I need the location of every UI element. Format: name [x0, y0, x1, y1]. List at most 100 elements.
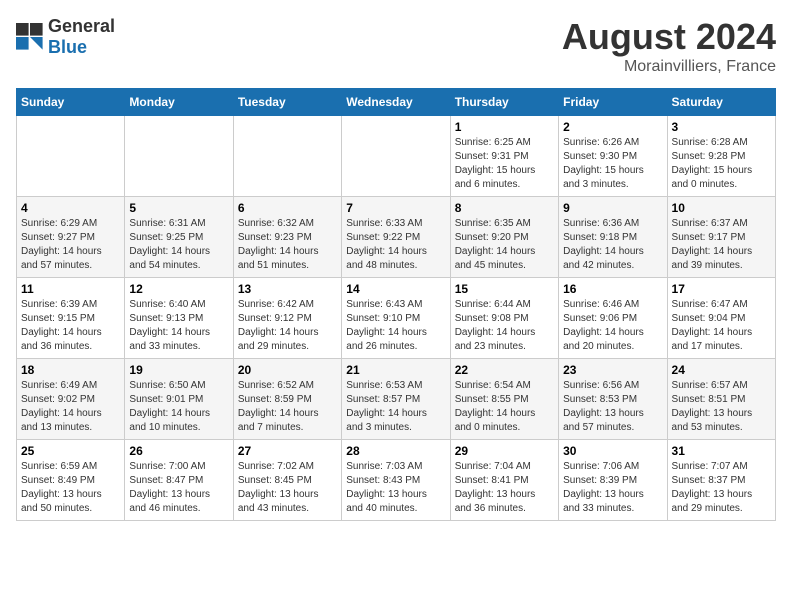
calendar-cell: 28Sunrise: 7:03 AM Sunset: 8:43 PM Dayli…: [342, 440, 450, 521]
day-header-sunday: Sunday: [17, 89, 125, 116]
page-header: General Blue August 2024 Morainvilliers,…: [16, 16, 776, 76]
day-number: 10: [672, 201, 771, 215]
day-number: 26: [129, 444, 228, 458]
calendar-cell: 18 Sunrise: 6:49 AM Sunset: 9:02 PM Dayli…: [17, 359, 125, 440]
calendar-cell: 2Sunrise: 6:26 AM Sunset: 9:30 PM Daylig…: [559, 116, 667, 197]
day-number: 21: [346, 363, 445, 377]
calendar-cell: 1 Sunrise: 6:25 AM Sunset: 9:31 PM Daylig…: [450, 116, 558, 197]
day-info: Sunrise: 6:33 AM Sunset: 9:22 PM Dayligh…: [346, 217, 445, 273]
day-info: Sunrise: 6:35 AM Sunset: 9:20 PM Dayligh…: [455, 217, 554, 273]
day-info: Sunrise: 6:44 AM Sunset: 9:08 PM Dayligh…: [455, 298, 554, 354]
day-info: Sunrise: 6:49 AM Sunset: 9:02 PM Dayligh…: [21, 379, 120, 435]
calendar-cell: 15 Sunrise: 6:44 AM Sunset: 9:08 PM Dayli…: [450, 278, 558, 359]
calendar-cell: [342, 116, 450, 197]
calendar-cell: 13Sunrise: 6:42 AM Sunset: 9:12 PM Dayli…: [233, 278, 341, 359]
calendar-cell: 12 Sunrise: 6:40 AM Sunset: 9:13 PM Dayli…: [125, 278, 233, 359]
day-header-friday: Friday: [559, 89, 667, 116]
location-label: Morainvilliers, France: [562, 58, 776, 76]
day-number: 12: [129, 282, 228, 296]
calendar-cell: 9Sunrise: 6:36 AM Sunset: 9:18 PM Daylig…: [559, 197, 667, 278]
day-info: Sunrise: 7:04 AM Sunset: 8:41 PM Dayligh…: [455, 460, 554, 516]
day-number: 5: [129, 201, 228, 215]
day-number: 23: [563, 363, 662, 377]
calendar-cell: 25Sunrise: 6:59 AM Sunset: 8:49 PM Dayli…: [17, 440, 125, 521]
day-header-saturday: Saturday: [667, 89, 775, 116]
calendar-cell: 11 Sunrise: 6:39 AM Sunset: 9:15 PM Dayli…: [17, 278, 125, 359]
day-info: Sunrise: 6:32 AM Sunset: 9:23 PM Dayligh…: [238, 217, 337, 273]
day-info: Sunrise: 6:31 AM Sunset: 9:25 PM Dayligh…: [129, 217, 228, 273]
day-number: 19: [129, 363, 228, 377]
day-number: 28: [346, 444, 445, 458]
calendar-cell: [17, 116, 125, 197]
logo-general: General: [48, 16, 115, 36]
day-info: Sunrise: 7:07 AM Sunset: 8:37 PM Dayligh…: [672, 460, 771, 516]
calendar-cell: 17Sunrise: 6:47 AM Sunset: 9:04 PM Dayli…: [667, 278, 775, 359]
calendar-cell: 23 Sunrise: 6:56 AM Sunset: 8:53 PM Dayli…: [559, 359, 667, 440]
calendar-cell: 24 Sunrise: 6:57 AM Sunset: 8:51 PM Dayli…: [667, 359, 775, 440]
title-section: August 2024 Morainvilliers, France: [562, 16, 776, 76]
day-info: Sunrise: 6:25 AM Sunset: 9:31 PM Dayligh…: [455, 136, 554, 192]
day-info: Sunrise: 7:06 AM Sunset: 8:39 PM Dayligh…: [563, 460, 662, 516]
calendar-cell: 19Sunrise: 6:50 AM Sunset: 9:01 PM Dayli…: [125, 359, 233, 440]
calendar-cell: 20 Sunrise: 6:52 AM Sunset: 8:59 PM Dayli…: [233, 359, 341, 440]
day-number: 1: [455, 120, 554, 134]
day-number: 7: [346, 201, 445, 215]
day-number: 16: [563, 282, 662, 296]
day-number: 3: [672, 120, 771, 134]
calendar-header-row: SundayMondayTuesdayWednesdayThursdayFrid…: [17, 89, 776, 116]
day-number: 4: [21, 201, 120, 215]
day-number: 24: [672, 363, 771, 377]
day-number: 8: [455, 201, 554, 215]
day-info: Sunrise: 6:43 AM Sunset: 9:10 PM Dayligh…: [346, 298, 445, 354]
calendar-cell: 26 Sunrise: 7:00 AM Sunset: 8:47 PM Dayli…: [125, 440, 233, 521]
logo-icon: [16, 23, 44, 51]
month-year-title: August 2024: [562, 16, 776, 58]
day-info: Sunrise: 6:28 AM Sunset: 9:28 PM Dayligh…: [672, 136, 771, 192]
calendar-week-row: 4Sunrise: 6:29 AM Sunset: 9:27 PM Daylig…: [17, 197, 776, 278]
calendar-cell: 8 Sunrise: 6:35 AM Sunset: 9:20 PM Daylig…: [450, 197, 558, 278]
calendar-cell: 7 Sunrise: 6:33 AM Sunset: 9:22 PM Daylig…: [342, 197, 450, 278]
day-header-tuesday: Tuesday: [233, 89, 341, 116]
calendar-week-row: 18 Sunrise: 6:49 AM Sunset: 9:02 PM Dayli…: [17, 359, 776, 440]
logo-blue: Blue: [48, 37, 87, 57]
day-number: 14: [346, 282, 445, 296]
day-info: Sunrise: 6:57 AM Sunset: 8:51 PM Dayligh…: [672, 379, 771, 435]
calendar-cell: [233, 116, 341, 197]
calendar-cell: [125, 116, 233, 197]
calendar-cell: 16Sunrise: 6:46 AM Sunset: 9:06 PM Dayli…: [559, 278, 667, 359]
day-info: Sunrise: 7:02 AM Sunset: 8:45 PM Dayligh…: [238, 460, 337, 516]
day-info: Sunrise: 6:56 AM Sunset: 8:53 PM Dayligh…: [563, 379, 662, 435]
calendar-cell: 30Sunrise: 7:06 AM Sunset: 8:39 PM Dayli…: [559, 440, 667, 521]
day-info: Sunrise: 6:40 AM Sunset: 9:13 PM Dayligh…: [129, 298, 228, 354]
calendar-week-row: 25Sunrise: 6:59 AM Sunset: 8:49 PM Dayli…: [17, 440, 776, 521]
day-number: 31: [672, 444, 771, 458]
calendar-cell: 4Sunrise: 6:29 AM Sunset: 9:27 PM Daylig…: [17, 197, 125, 278]
day-number: 2: [563, 120, 662, 134]
day-number: 15: [455, 282, 554, 296]
calendar-table: SundayMondayTuesdayWednesdayThursdayFrid…: [16, 88, 776, 521]
day-info: Sunrise: 7:00 AM Sunset: 8:47 PM Dayligh…: [129, 460, 228, 516]
day-number: 25: [21, 444, 120, 458]
logo-text: General Blue: [48, 16, 115, 58]
calendar-cell: 6 Sunrise: 6:32 AM Sunset: 9:23 PM Daylig…: [233, 197, 341, 278]
calendar-cell: 3 Sunrise: 6:28 AM Sunset: 9:28 PM Daylig…: [667, 116, 775, 197]
day-info: Sunrise: 6:42 AM Sunset: 9:12 PM Dayligh…: [238, 298, 337, 354]
calendar-week-row: 11 Sunrise: 6:39 AM Sunset: 9:15 PM Dayli…: [17, 278, 776, 359]
day-number: 17: [672, 282, 771, 296]
day-number: 18: [21, 363, 120, 377]
day-header-wednesday: Wednesday: [342, 89, 450, 116]
calendar-cell: 31 Sunrise: 7:07 AM Sunset: 8:37 PM Dayli…: [667, 440, 775, 521]
day-info: Sunrise: 6:52 AM Sunset: 8:59 PM Dayligh…: [238, 379, 337, 435]
calendar-cell: 14 Sunrise: 6:43 AM Sunset: 9:10 PM Dayli…: [342, 278, 450, 359]
day-number: 20: [238, 363, 337, 377]
day-header-thursday: Thursday: [450, 89, 558, 116]
day-info: Sunrise: 6:37 AM Sunset: 9:17 PM Dayligh…: [672, 217, 771, 273]
day-info: Sunrise: 6:54 AM Sunset: 8:55 PM Dayligh…: [455, 379, 554, 435]
day-number: 6: [238, 201, 337, 215]
day-info: Sunrise: 6:39 AM Sunset: 9:15 PM Dayligh…: [21, 298, 120, 354]
day-number: 27: [238, 444, 337, 458]
calendar-cell: 10 Sunrise: 6:37 AM Sunset: 9:17 PM Dayli…: [667, 197, 775, 278]
day-header-monday: Monday: [125, 89, 233, 116]
day-number: 11: [21, 282, 120, 296]
calendar-cell: 21Sunrise: 6:53 AM Sunset: 8:57 PM Dayli…: [342, 359, 450, 440]
